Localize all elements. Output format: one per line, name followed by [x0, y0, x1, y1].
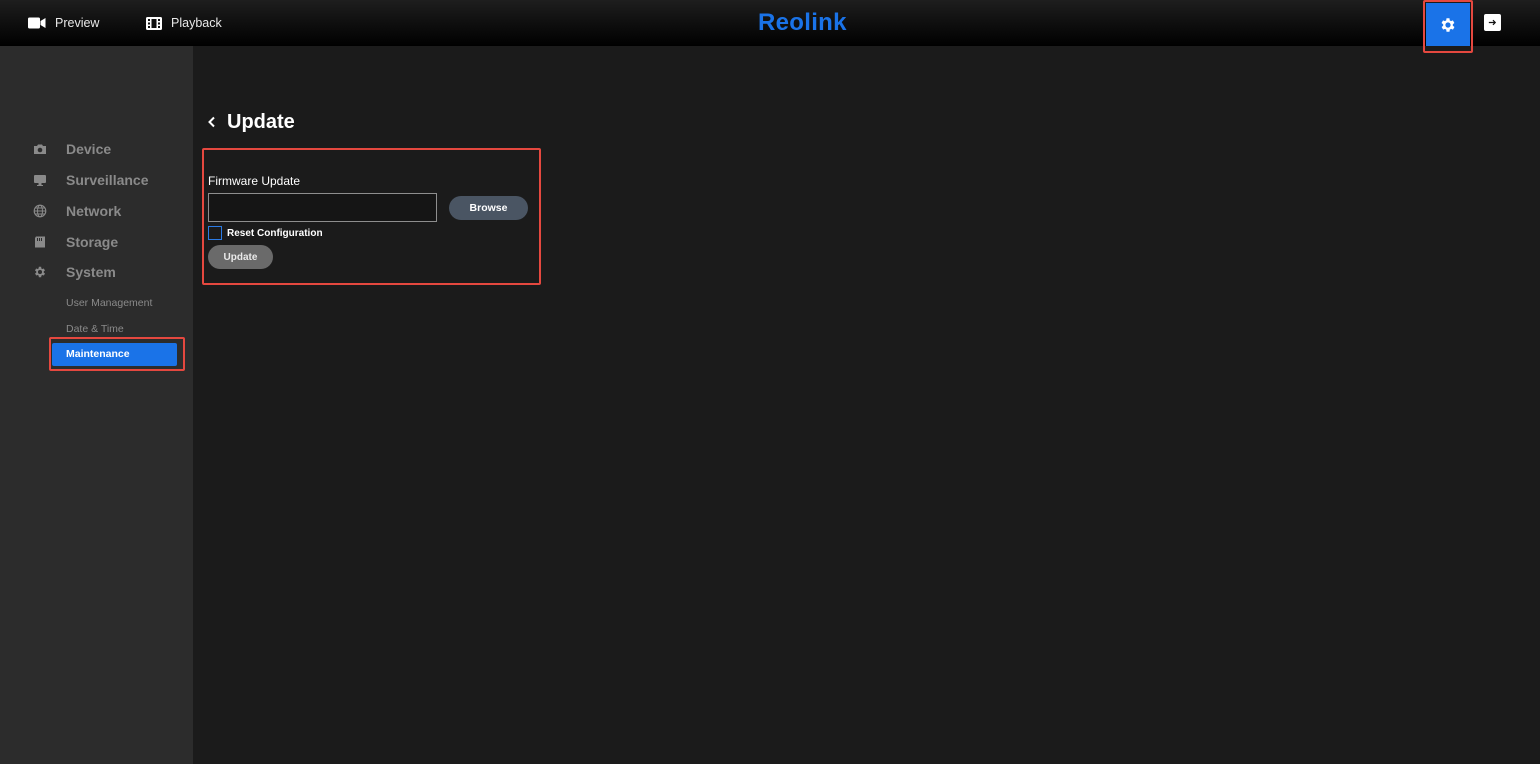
sidebar-item-storage[interactable]: Storage: [0, 230, 193, 254]
update-button[interactable]: Update: [208, 245, 273, 269]
browse-button[interactable]: Browse: [449, 196, 528, 220]
sidebar-item-network[interactable]: Network: [0, 199, 193, 223]
sidebar-item-surveillance[interactable]: Surveillance: [0, 168, 193, 192]
globe-icon: [33, 204, 47, 218]
sidebar-item-label: System: [66, 264, 116, 280]
sidebar-item-system[interactable]: System: [0, 260, 193, 284]
sidebar-item-label: Surveillance: [66, 172, 149, 188]
sidebar-item-label: Device: [66, 141, 112, 157]
video-camera-icon: [28, 17, 46, 29]
firmware-update-label: Firmware Update: [208, 174, 301, 188]
reolink-logo: Reolink: [758, 9, 847, 36]
gear-icon: [34, 266, 46, 278]
nav-playback-label: Playback: [171, 16, 222, 30]
sidebar-sub-date-time[interactable]: Date & Time: [66, 323, 124, 335]
sidebar-item-label: Network: [66, 203, 122, 219]
nav-preview-label: Preview: [55, 16, 100, 30]
sidebar-sub-maintenance[interactable]: Maintenance: [52, 343, 177, 366]
settings-button[interactable]: [1426, 3, 1470, 46]
monitor-icon: [34, 175, 46, 186]
film-icon: [146, 16, 162, 30]
logout-icon: [1488, 19, 1497, 26]
sidebar-sub-user-management[interactable]: User Management: [66, 297, 152, 309]
nav-preview[interactable]: Preview: [28, 0, 99, 46]
sidebar-item-device[interactable]: Device: [0, 137, 193, 161]
sidebar-item-label: Storage: [66, 234, 119, 250]
storage-icon: [35, 236, 45, 248]
page-title: Update: [227, 110, 295, 133]
sidebar: Device Surveillance Network Storage Syst…: [0, 46, 193, 764]
chevron-left-icon[interactable]: [207, 116, 217, 128]
camera-icon: [34, 144, 46, 154]
nav-playback[interactable]: Playback: [146, 0, 222, 46]
reset-configuration-label: Reset Configuration: [227, 228, 323, 239]
top-bar: Preview Playback Reolink: [0, 0, 1540, 46]
gear-icon: [1441, 17, 1455, 32]
sidebar-sub-maintenance-label: Maintenance: [66, 348, 130, 360]
logout-button[interactable]: [1484, 14, 1501, 31]
firmware-file-input[interactable]: [208, 193, 437, 222]
page-header: Update: [207, 110, 295, 134]
reset-configuration-checkbox[interactable]: [208, 226, 222, 240]
